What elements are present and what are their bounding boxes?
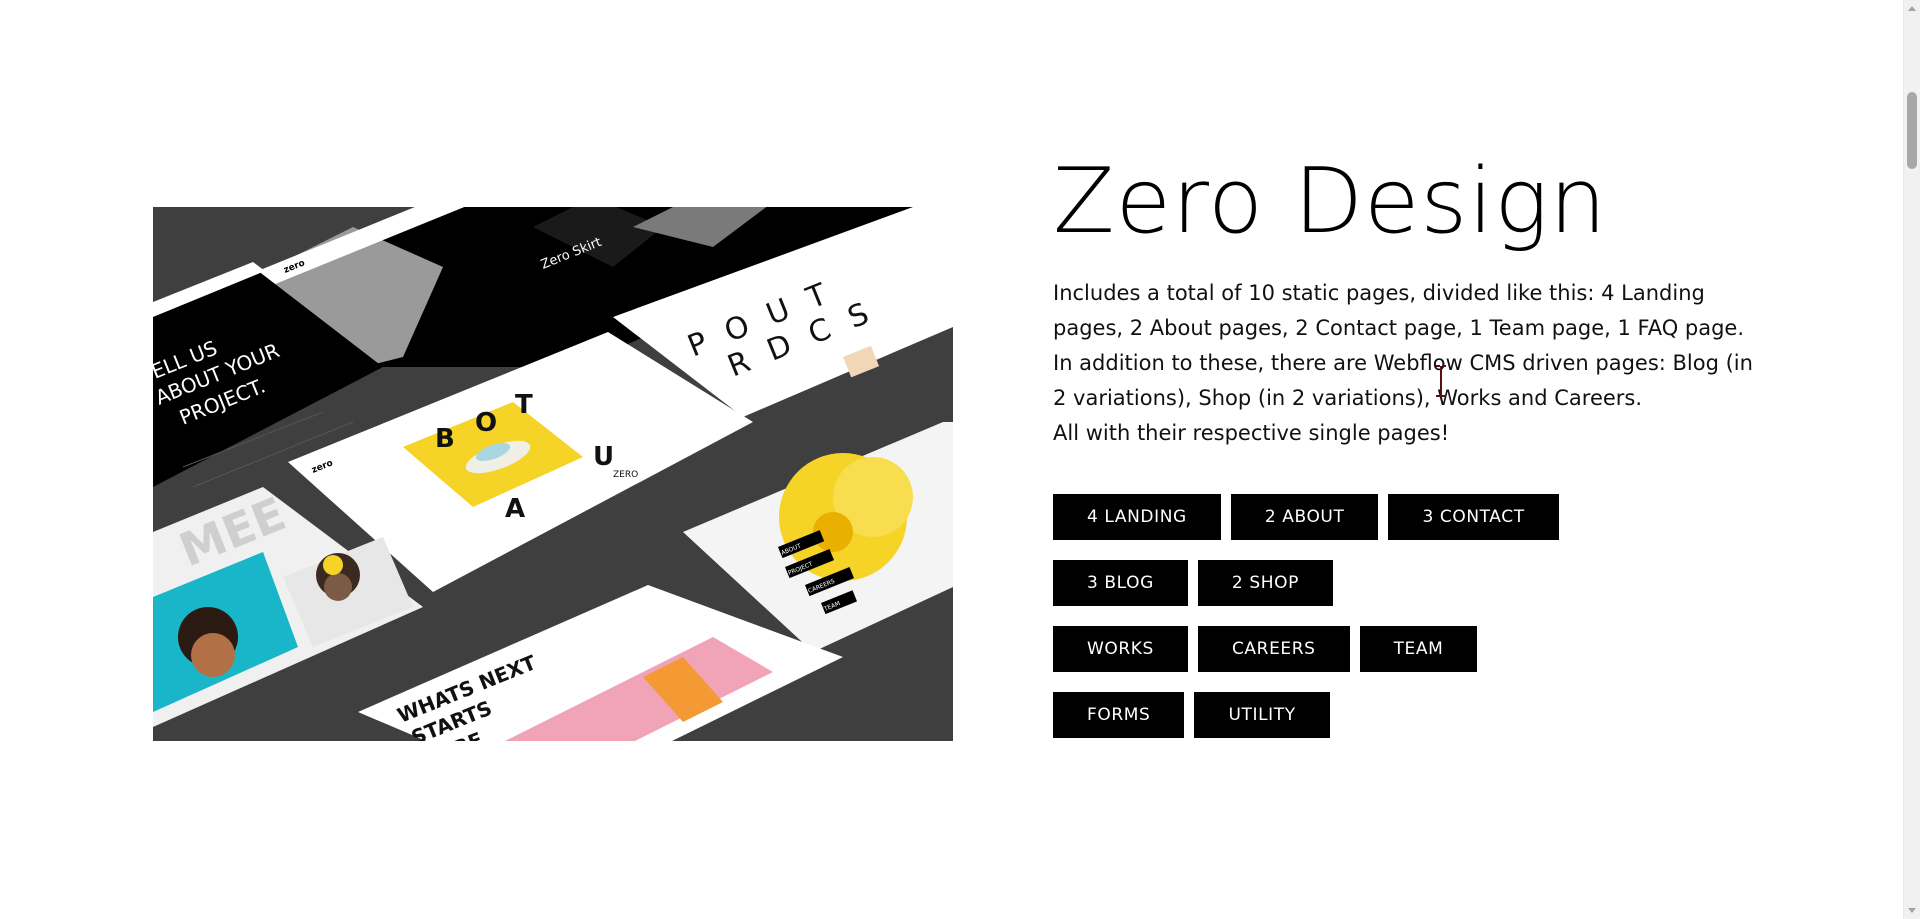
template-preview-image: Zero Skirt zero ELL US ABOUT YOUR PROJEC… — [153, 207, 953, 741]
product-info: Zero Design Includes a total of 10 stati… — [1053, 150, 1753, 758]
preview-text-a: A — [505, 494, 525, 524]
product-description: Includes a total of 10 static pages, div… — [1053, 276, 1753, 451]
preview-illustration: Zero Skirt zero ELL US ABOUT YOUR PROJEC… — [153, 207, 953, 741]
description-paragraph: All with their respective single pages! — [1053, 420, 1450, 445]
tag-row: FORMS UTILITY — [1053, 691, 1613, 738]
text-cursor-icon — [1436, 365, 1446, 397]
preview-text-o: O — [475, 408, 497, 438]
tag-2-about[interactable]: 2 ABOUT — [1230, 493, 1379, 540]
preview-text-u: U — [593, 442, 614, 472]
tag-team[interactable]: TEAM — [1359, 625, 1478, 672]
preview-text-t: T — [515, 390, 533, 420]
scroll-down-arrow-icon[interactable] — [1908, 908, 1916, 913]
tag-2-shop[interactable]: 2 SHOP — [1197, 559, 1333, 606]
tag-forms[interactable]: FORMS — [1053, 691, 1185, 738]
scroll-up-arrow-icon[interactable] — [1908, 6, 1916, 11]
tag-row: WORKS CAREERS TEAM — [1053, 625, 1613, 672]
tag-3-blog[interactable]: 3 BLOG — [1053, 559, 1188, 606]
tag-careers[interactable]: CAREERS — [1197, 625, 1350, 672]
tag-row: 4 LANDING 2 ABOUT 3 CONTACT — [1053, 493, 1613, 540]
page: Zero Skirt zero ELL US ABOUT YOUR PROJEC… — [0, 0, 1920, 919]
tag-utility[interactable]: UTILITY — [1194, 691, 1330, 738]
preview-text-b: B — [435, 424, 455, 454]
tag-3-contact[interactable]: 3 CONTACT — [1388, 493, 1559, 540]
page-tags: 4 LANDING 2 ABOUT 3 CONTACT 3 BLOG 2 SHO… — [1053, 493, 1613, 738]
tag-row: 3 BLOG 2 SHOP — [1053, 559, 1613, 606]
tag-4-landing[interactable]: 4 LANDING — [1053, 493, 1221, 540]
product-title: Zero Design — [1053, 149, 1608, 254]
scrollbar-thumb[interactable] — [1907, 92, 1917, 169]
tag-works[interactable]: WORKS — [1053, 625, 1188, 672]
preview-text-zero: ZERO — [613, 470, 638, 480]
vertical-scrollbar[interactable] — [1903, 0, 1920, 919]
description-paragraph: Includes a total of 10 static pages, div… — [1053, 280, 1753, 410]
